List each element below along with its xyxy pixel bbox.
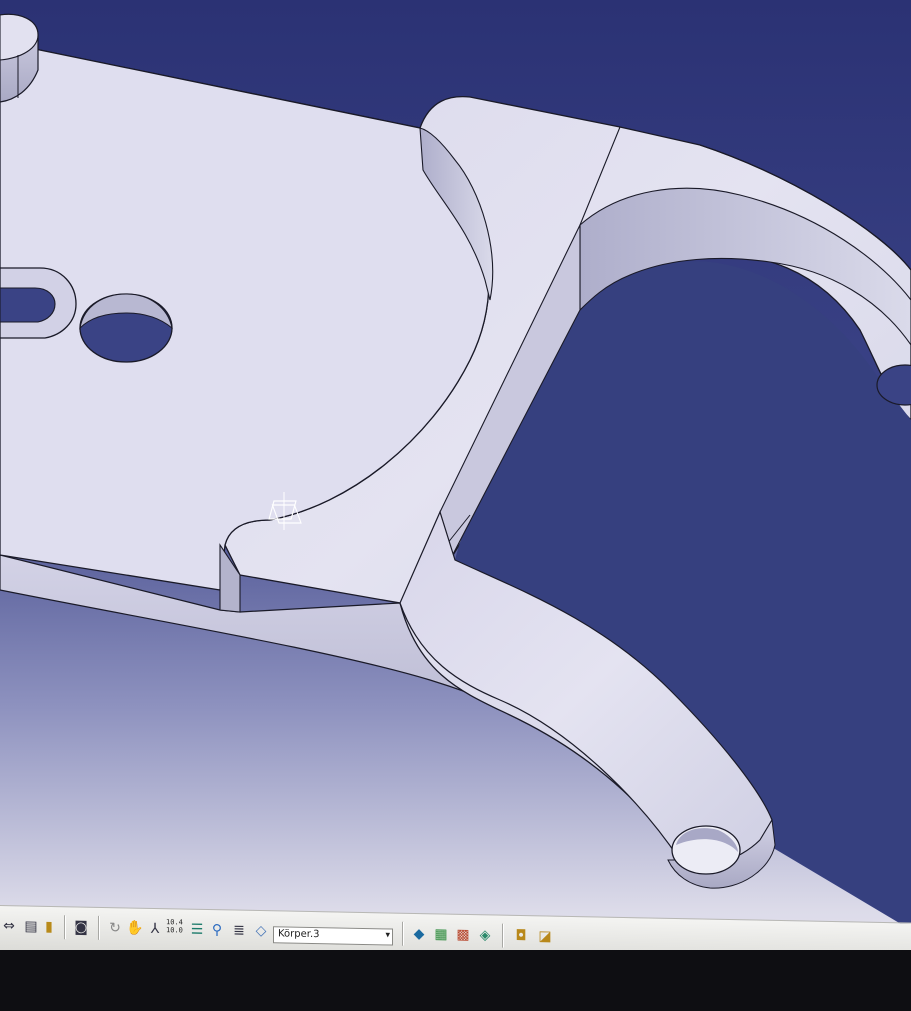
- rotate-icon[interactable]: ↻: [106, 919, 124, 937]
- grid-icon[interactable]: ▦: [432, 925, 450, 943]
- body-selector-dropdown[interactable]: Körper.3 ▾: [273, 926, 393, 946]
- apply-material-icon[interactable]: ▩: [454, 926, 472, 944]
- analysis-icon[interactable]: ◘: [512, 927, 530, 945]
- pan-hand-icon[interactable]: ✋: [126, 919, 144, 937]
- coordinate-icon[interactable]: 10.4 10.0: [166, 918, 184, 934]
- plate-slot-opening: [0, 287, 56, 323]
- chevron-down-icon[interactable]: ▾: [385, 930, 390, 940]
- toolbar-separator: [64, 915, 66, 940]
- 3d-viewport[interactable]: [0, 0, 911, 1011]
- material-icon[interactable]: ◇: [252, 922, 270, 940]
- toolbar-separator: [98, 915, 100, 940]
- camera-icon[interactable]: ◙: [72, 918, 90, 936]
- monitor-bezel: [0, 950, 911, 1011]
- coordinate-y: 10.0: [166, 926, 183, 935]
- render-icon[interactable]: ◆: [410, 925, 428, 943]
- fit-all-icon[interactable]: ⇔: [0, 917, 18, 935]
- axis-icon[interactable]: ⅄: [146, 920, 164, 938]
- toolbar-separator: [502, 923, 504, 948]
- body-selector-value: Körper.3: [278, 928, 320, 941]
- save-icon[interactable]: ▤: [22, 917, 40, 935]
- filter-icon[interactable]: ⚲: [208, 921, 226, 939]
- toolbar-separator: [402, 921, 404, 946]
- list-icon[interactable]: ≣: [230, 921, 248, 939]
- model-canvas[interactable]: [0, 0, 911, 1011]
- color-icon[interactable]: ◈: [476, 926, 494, 944]
- lock-icon[interactable]: ▮: [40, 918, 58, 936]
- layers-icon[interactable]: ☰: [188, 921, 206, 939]
- draft-icon[interactable]: ◪: [536, 927, 554, 945]
